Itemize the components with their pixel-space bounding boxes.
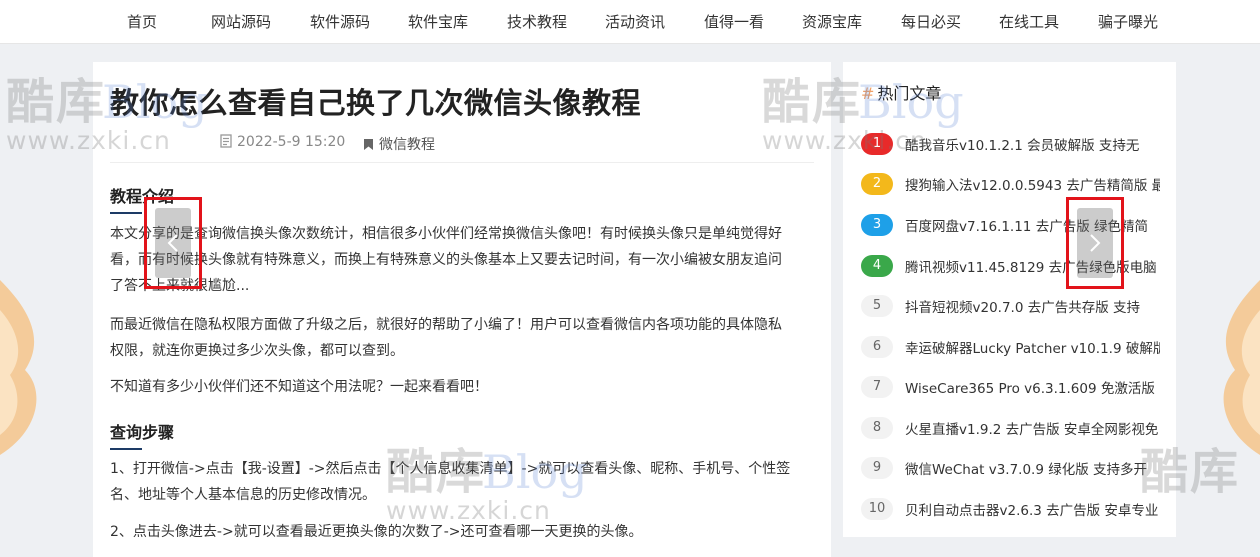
nav-item-software-source[interactable]: 软件源码 (310, 11, 370, 32)
paragraph-line: 名、地址等个人基本信息的历史修改情况。 (110, 487, 376, 503)
chevron-left-icon (167, 234, 178, 252)
article-category[interactable]: 微信教程 (363, 134, 435, 154)
slider-prev-arrow[interactable] (155, 208, 191, 278)
hot-article-title: 贝利自动点击器v2.6.3 去广告版 安卓专业 (905, 503, 1159, 519)
article-category-text: 微信教程 (379, 137, 435, 153)
rank-badge: 10 (861, 498, 893, 520)
hot-article-item[interactable]: 10 贝利自动点击器v2.6.3 去广告版 安卓专业 (861, 498, 1161, 520)
paragraph-privacy: 而最近微信在隐私权限方面做了升级之后，就很好的帮助了小编了！用户可以查看微信内各… (110, 312, 810, 364)
hot-article-item[interactable]: 8 火星直播v1.9.2 去广告版 安卓全网影视免 (861, 417, 1161, 439)
paragraph-line: 而最近微信在隐私权限方面做了升级之后，就很好的帮助了小编了！用户可以查看微信内各… (110, 317, 782, 333)
nav-item-software-library[interactable]: 软件宝库 (408, 11, 468, 32)
hot-article-item[interactable]: 3 百度网盘v7.16.1.11 去广告版 绿色精简 (861, 214, 1161, 236)
rank-badge: 4 (861, 255, 893, 277)
nav-item-home[interactable]: 首页 (127, 11, 157, 32)
article-date-text: 2022-5-9 15:20 (237, 134, 346, 150)
rank-badge: 1 (861, 133, 893, 155)
nav-item-daily-buy[interactable]: 每日必买 (901, 11, 961, 32)
paragraph-line: 2、点击头像进去->就可以查看最近更换头像的次数了->还可查看哪一天更换的头像。 (110, 524, 643, 540)
article-date: 2022-5-9 15:20 (220, 134, 345, 150)
nav-item-online-tools[interactable]: 在线工具 (999, 11, 1059, 32)
rank-badge: 6 (861, 336, 893, 358)
nav-item-resources[interactable]: 资源宝库 (802, 11, 862, 32)
rank-badge: 5 (861, 295, 893, 317)
paragraph-line: 本文分享的是查询微信换头像次数统计，相信很多小伙伴们经常换微信头像吧！有时候换头… (110, 226, 782, 242)
hot-article-item[interactable]: 1 酷我音乐v10.1.2.1 会员破解版 支持无 (861, 133, 1161, 155)
left-flame-decoration (0, 280, 37, 455)
top-navigation: 首页 网站源码 软件源码 软件宝库 技术教程 活动资讯 值得一看 资源宝库 每日… (0, 0, 1260, 44)
sidebar-title-text: 热门文章 (877, 84, 942, 103)
article-title: 教你怎么查看自己换了几次微信头像教程 (110, 86, 642, 120)
sidebar-title: # 热门文章 (861, 80, 941, 104)
hot-article-item[interactable]: 7 WiseCare365 Pro v6.3.1.609 免激活版 (861, 376, 1161, 398)
hot-article-item[interactable]: 2 搜狗输入法v12.0.0.5943 去广告精简版 最 (861, 173, 1161, 195)
nav-item-events[interactable]: 活动资讯 (605, 11, 665, 32)
hot-article-title: 百度网盘v7.16.1.11 去广告版 绿色精简 (905, 219, 1148, 235)
hot-articles-sidebar: # 热门文章 1 酷我音乐v10.1.2.1 会员破解版 支持无 2 搜狗输入法v… (843, 62, 1176, 537)
paragraph-intro: 本文分享的是查询微信换头像次数统计，相信很多小伙伴们经常换微信头像吧！有时候换头… (110, 221, 810, 299)
paragraph-step-1: 1、打开微信->点击【我-设置】->然后点击【个人信息收集清单】->就可以查看头… (110, 456, 810, 508)
hot-article-item[interactable]: 6 幸运破解器Lucky Patcher v10.1.9 破解版 (861, 336, 1161, 358)
chevron-right-icon (1090, 234, 1101, 252)
hot-article-title: 微信WeChat v3.7.0.9 绿化版 支持多开 (905, 462, 1148, 478)
rank-badge: 8 (861, 417, 893, 439)
paragraph-line: 了答不上来就很尴尬... (110, 278, 250, 294)
paragraph-step-2: 2、点击头像进去->就可以查看最近更换头像的次数了->还可查看哪一天更换的头像。 (110, 519, 810, 545)
hot-article-title: 火星直播v1.9.2 去广告版 安卓全网影视免 (905, 422, 1159, 438)
nav-item-worth-seeing[interactable]: 值得一看 (704, 11, 764, 32)
hot-article-title: 搜狗输入法v12.0.0.5943 去广告精简版 最 (905, 178, 1160, 194)
hot-article-item[interactable]: 4 腾讯视频v11.45.8129 去广告绿色版电脑 (861, 255, 1161, 277)
paragraph-line: 1、打开微信->点击【我-设置】->然后点击【个人信息收集清单】->就可以查看头… (110, 461, 791, 477)
paragraph-question: 不知道有多少小伙伴们还不知道这个用法呢？一起来看看吧！ (110, 374, 810, 400)
nav-item-website-source[interactable]: 网站源码 (211, 11, 271, 32)
rank-badge: 3 (861, 214, 893, 236)
document-icon (220, 134, 232, 148)
right-flame-decoration (1223, 280, 1260, 455)
nav-item-scam-exposure[interactable]: 骗子曝光 (1098, 11, 1158, 32)
watermark-cn: 酷库 (6, 74, 107, 130)
hot-article-title: 酷我音乐v10.1.2.1 会员破解版 支持无 (905, 138, 1140, 154)
hot-article-item[interactable]: 9 微信WeChat v3.7.0.9 绿化版 支持多开 (861, 457, 1161, 479)
rank-badge: 9 (861, 457, 893, 479)
hot-article-title: WiseCare365 Pro v6.3.1.609 免激活版 (905, 381, 1155, 397)
paragraph-line: 权限，就连你更换过多少次头像，都可以查到。 (110, 343, 404, 359)
paragraph-line: 看，而有时候换头像就有特殊意义，而换上有特殊意义的头像基本上又要去记时间，有一次… (110, 252, 782, 268)
meta-divider (110, 162, 814, 163)
hot-article-item[interactable]: 5 抖音短视频v20.7.0 去广告共存版 支持 (861, 295, 1161, 317)
article-panel: 教你怎么查看自己换了几次微信头像教程 2022-5-9 15:20 微信教程 教… (93, 62, 831, 557)
hot-article-title: 幸运破解器Lucky Patcher v10.1.9 破解版 (905, 341, 1160, 357)
bookmark-icon (364, 139, 373, 150)
hot-article-title: 抖音短视频v20.7.0 去广告共存版 支持 (905, 300, 1141, 316)
hot-article-title: 腾讯视频v11.45.8129 去广告绿色版电脑 (905, 260, 1157, 276)
rank-badge: 7 (861, 376, 893, 398)
section-heading-steps: 查询步骤 (110, 419, 174, 450)
rank-badge: 2 (861, 173, 893, 195)
nav-item-tech-tutorials[interactable]: 技术教程 (507, 11, 567, 32)
paragraph-line: 不知道有多少小伙伴们还不知道这个用法呢？一起来看看吧！ (110, 379, 488, 395)
hash-icon: # (861, 84, 875, 103)
slider-next-arrow[interactable] (1077, 208, 1113, 278)
